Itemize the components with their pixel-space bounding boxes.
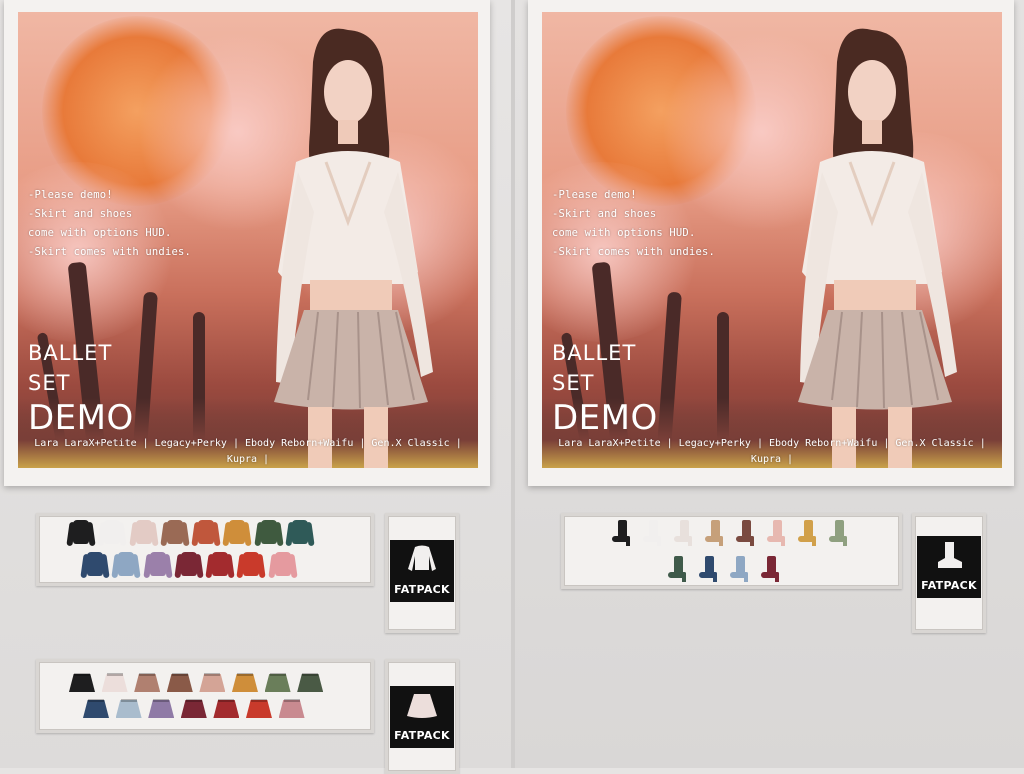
- fatpack-label: FATPACK: [394, 729, 450, 742]
- fatpack-label: FATPACK: [921, 579, 977, 592]
- shoes-fatpack-vendor[interactable]: FATPACK: [912, 513, 986, 633]
- skirt-color-swatch[interactable]: [244, 698, 274, 720]
- boot-icon: [938, 542, 962, 568]
- shoe-color-swatch[interactable]: [666, 554, 692, 582]
- demo-poster-left[interactable]: -Please demo! -Skirt and shoes come with…: [4, 0, 490, 486]
- top-color-swatch[interactable]: [222, 518, 253, 548]
- skirt-color-swatch[interactable]: [114, 698, 144, 720]
- poster-title-demo: DEMO: [552, 398, 658, 438]
- top-color-swatch[interactable]: [205, 550, 235, 580]
- skirt-icon: [407, 694, 437, 718]
- skirt-color-swatch[interactable]: [67, 672, 97, 694]
- top-color-swatch[interactable]: [142, 550, 173, 580]
- model-figure: [798, 28, 957, 468]
- top-color-swatch[interactable]: [191, 518, 221, 548]
- poster-title-ballet: BALLET: [28, 341, 113, 365]
- skirt-color-swatch[interactable]: [179, 698, 209, 720]
- poster-image: -Please demo! -Skirt and shoes come with…: [18, 12, 478, 468]
- shoe-color-swatch[interactable]: [796, 518, 822, 546]
- skirt-color-swatch[interactable]: [100, 672, 130, 694]
- top-color-swatch[interactable]: [236, 550, 267, 580]
- tops-row-1: [66, 518, 317, 548]
- shoes-row-2: [666, 554, 790, 582]
- top-color-swatch[interactable]: [80, 550, 110, 580]
- poster-note: -Please demo! -Skirt and shoes come with…: [28, 189, 192, 258]
- shoes-color-shelf[interactable]: [561, 513, 902, 589]
- top-color-swatch[interactable]: [97, 518, 127, 548]
- skirts-color-shelf[interactable]: [36, 659, 374, 733]
- shoe-color-swatch[interactable]: [765, 518, 791, 546]
- shoe-color-swatch[interactable]: [759, 554, 785, 582]
- shoe-color-swatch[interactable]: [703, 518, 729, 546]
- tops-fatpack-vendor[interactable]: FATPACK: [385, 513, 459, 633]
- skirts-row-1: [67, 672, 328, 694]
- top-color-swatch[interactable]: [268, 550, 298, 580]
- shoe-color-swatch[interactable]: [827, 518, 853, 546]
- demo-poster-right[interactable]: -Please demo! -Skirt and shoes come with…: [528, 0, 1014, 486]
- shoe-color-swatch[interactable]: [641, 518, 667, 546]
- shoe-color-swatch[interactable]: [697, 554, 723, 582]
- top-color-swatch[interactable]: [111, 550, 141, 580]
- top-color-swatch[interactable]: [66, 518, 96, 548]
- top-color-swatch[interactable]: [128, 518, 159, 548]
- poster-title-demo: DEMO: [28, 398, 134, 438]
- top-color-swatch[interactable]: [174, 550, 204, 580]
- skirt-color-swatch[interactable]: [230, 672, 260, 694]
- poster-body-list: Lara LaraX+Petite | Legacy+Perky | Ebody…: [558, 438, 986, 465]
- shoe-color-swatch[interactable]: [728, 554, 754, 582]
- poster-title-set: SET: [28, 371, 71, 395]
- skirts-row-2: [81, 698, 309, 720]
- fatpack-card: FATPACK: [390, 540, 454, 602]
- skirt-color-swatch[interactable]: [211, 698, 241, 720]
- skirt-color-swatch[interactable]: [81, 698, 111, 720]
- poster-title-ballet: BALLET: [552, 341, 637, 365]
- fatpack-label: FATPACK: [394, 583, 450, 596]
- skirts-fatpack-vendor[interactable]: FATPACK: [385, 659, 459, 774]
- tops-row-2: [80, 550, 300, 580]
- top-icon: [408, 545, 436, 571]
- shoe-color-swatch[interactable]: [734, 518, 760, 546]
- skirt-color-swatch[interactable]: [197, 672, 227, 694]
- shoe-color-swatch[interactable]: [672, 518, 698, 546]
- wall-divider: [511, 0, 515, 768]
- skirt-color-swatch[interactable]: [132, 672, 162, 694]
- top-color-swatch[interactable]: [160, 518, 190, 548]
- tops-color-shelf[interactable]: [36, 513, 374, 586]
- poster-image: -Please demo! -Skirt and shoes come with…: [542, 12, 1002, 468]
- skirt-color-swatch[interactable]: [146, 698, 176, 720]
- model-figure: [274, 28, 433, 468]
- skirt-color-swatch[interactable]: [263, 672, 293, 694]
- shoe-color-swatch[interactable]: [610, 518, 636, 546]
- shoes-row-1: [610, 518, 858, 546]
- fatpack-card: FATPACK: [917, 536, 981, 598]
- top-color-swatch[interactable]: [254, 518, 284, 548]
- skirt-color-swatch[interactable]: [295, 672, 325, 694]
- fatpack-card: FATPACK: [390, 686, 454, 748]
- top-color-swatch[interactable]: [285, 518, 315, 548]
- skirt-color-swatch[interactable]: [165, 672, 195, 694]
- skirt-color-swatch[interactable]: [277, 698, 307, 720]
- poster-title-set: SET: [552, 371, 595, 395]
- poster-note: -Please demo! -Skirt and shoes come with…: [552, 189, 716, 258]
- poster-body-list: Lara LaraX+Petite | Legacy+Perky | Ebody…: [34, 438, 462, 465]
